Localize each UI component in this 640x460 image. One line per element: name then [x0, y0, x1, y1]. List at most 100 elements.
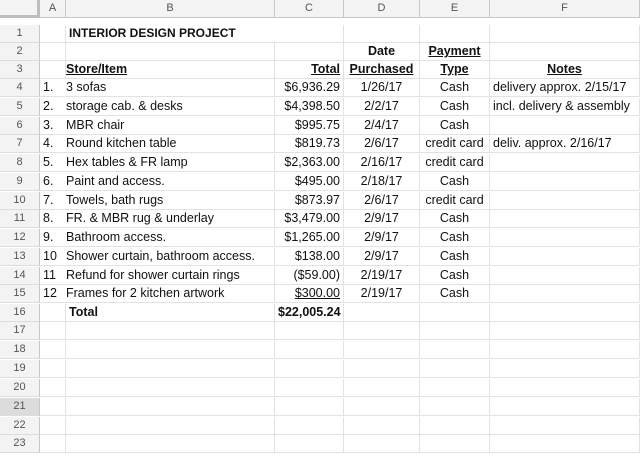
- item-total[interactable]: $300.00: [275, 285, 344, 304]
- item-date[interactable]: 2/16/17: [344, 154, 420, 172]
- item-notes[interactable]: [490, 172, 640, 191]
- item-total[interactable]: $495.00: [275, 172, 344, 191]
- item-total[interactable]: $4,398.50: [275, 97, 344, 116]
- empty-cell[interactable]: [66, 416, 275, 435]
- row-header[interactable]: 11: [0, 210, 40, 229]
- row-header-1[interactable]: 1: [0, 25, 40, 43]
- empty-cell[interactable]: [420, 416, 490, 435]
- row-header[interactable]: 5: [0, 97, 40, 116]
- row-header[interactable]: 8: [0, 154, 40, 172]
- item-date[interactable]: 2/18/17: [344, 172, 420, 191]
- item-total[interactable]: $1,265.00: [275, 229, 344, 247]
- item-total[interactable]: $3,479.00: [275, 210, 344, 229]
- row-header[interactable]: 4: [0, 79, 40, 97]
- item-payment-type[interactable]: credit card: [420, 191, 490, 210]
- item-payment-type[interactable]: Cash: [420, 285, 490, 304]
- row-header[interactable]: 10: [0, 191, 40, 210]
- row-header[interactable]: 12: [0, 229, 40, 247]
- cell-a16[interactable]: [40, 304, 66, 322]
- empty-cell[interactable]: [344, 340, 420, 359]
- header-date-line2[interactable]: Purchased: [344, 61, 420, 79]
- empty-cell[interactable]: [490, 359, 640, 378]
- item-payment-type[interactable]: Cash: [420, 247, 490, 266]
- empty-cell[interactable]: [490, 340, 640, 359]
- empty-cell[interactable]: [344, 397, 420, 416]
- cell-d16[interactable]: [344, 304, 420, 322]
- empty-cell[interactable]: [66, 340, 275, 359]
- cell-c2[interactable]: [275, 43, 344, 61]
- item-notes[interactable]: [490, 285, 640, 304]
- item-notes[interactable]: [490, 266, 640, 285]
- row-header[interactable]: 23: [0, 435, 40, 454]
- cell-f2[interactable]: [490, 43, 640, 61]
- item-number[interactable]: 6.: [40, 173, 66, 191]
- empty-cell[interactable]: [275, 378, 344, 397]
- item-number[interactable]: 7.: [40, 192, 66, 210]
- item-name[interactable]: Round kitchen table: [66, 135, 275, 154]
- empty-cell[interactable]: [420, 322, 490, 340]
- item-number[interactable]: 2.: [40, 98, 66, 116]
- empty-cell[interactable]: [66, 397, 275, 416]
- cell-f16[interactable]: [490, 304, 640, 322]
- item-date[interactable]: 2/19/17: [344, 285, 420, 304]
- item-payment-type[interactable]: Cash: [420, 172, 490, 191]
- item-payment-type[interactable]: Cash: [420, 116, 490, 135]
- item-name[interactable]: Hex tables & FR lamp: [66, 154, 275, 172]
- item-notes[interactable]: incl. delivery & assembly: [490, 97, 640, 116]
- row-header[interactable]: 9: [0, 172, 40, 191]
- empty-cell[interactable]: [490, 378, 640, 397]
- item-name[interactable]: Towels, bath rugs: [66, 191, 275, 210]
- column-header-f[interactable]: F: [490, 0, 640, 18]
- empty-cell[interactable]: [344, 378, 420, 397]
- empty-cell[interactable]: [275, 340, 344, 359]
- item-total[interactable]: $995.75: [275, 116, 344, 135]
- cell-c1[interactable]: [275, 25, 344, 43]
- item-payment-type[interactable]: credit card: [420, 154, 490, 172]
- item-notes[interactable]: [490, 247, 640, 266]
- item-notes[interactable]: [490, 229, 640, 247]
- item-payment-type[interactable]: Cash: [420, 97, 490, 116]
- header-payment-line1[interactable]: Payment: [420, 43, 490, 61]
- empty-cell[interactable]: [490, 416, 640, 435]
- item-number[interactable]: 4.: [40, 135, 66, 154]
- empty-cell[interactable]: [275, 359, 344, 378]
- item-date[interactable]: 2/4/17: [344, 116, 420, 135]
- item-total[interactable]: ($59.00): [275, 266, 344, 285]
- header-notes[interactable]: Notes: [490, 61, 640, 79]
- empty-cell[interactable]: [40, 416, 66, 435]
- item-total[interactable]: $819.73: [275, 135, 344, 154]
- empty-cell[interactable]: [344, 416, 420, 435]
- item-number[interactable]: 11: [40, 267, 66, 285]
- row-header[interactable]: 22: [0, 416, 40, 435]
- header-total[interactable]: Total: [275, 61, 344, 79]
- empty-cell[interactable]: [490, 322, 640, 340]
- item-total[interactable]: $2,363.00: [275, 154, 344, 172]
- empty-cell[interactable]: [66, 435, 275, 454]
- column-header-b[interactable]: B: [66, 0, 275, 18]
- empty-cell[interactable]: [344, 322, 420, 340]
- cell-a3[interactable]: [40, 61, 66, 79]
- row-header[interactable]: 18: [0, 340, 40, 359]
- item-number[interactable]: 5.: [40, 154, 66, 172]
- item-date[interactable]: 2/2/17: [344, 97, 420, 116]
- item-number[interactable]: 9.: [40, 229, 66, 247]
- item-name[interactable]: storage cab. & desks: [66, 97, 275, 116]
- item-number[interactable]: 10: [40, 248, 66, 266]
- item-payment-type[interactable]: Cash: [420, 79, 490, 97]
- item-name[interactable]: 3 sofas: [66, 79, 275, 97]
- item-number[interactable]: 3.: [40, 117, 66, 135]
- item-number[interactable]: 8.: [40, 210, 66, 229]
- empty-cell[interactable]: [490, 397, 640, 416]
- item-name[interactable]: Paint and access.: [66, 172, 275, 191]
- empty-cell[interactable]: [40, 322, 66, 340]
- empty-cell[interactable]: [420, 359, 490, 378]
- empty-cell[interactable]: [275, 435, 344, 454]
- item-notes[interactable]: [490, 191, 640, 210]
- item-notes[interactable]: deliv. approx. 2/16/17: [490, 135, 640, 154]
- item-total[interactable]: $6,936.29: [275, 79, 344, 97]
- row-header-16[interactable]: 16: [0, 304, 40, 322]
- item-name[interactable]: Refund for shower curtain rings: [66, 266, 275, 285]
- empty-cell[interactable]: [66, 378, 275, 397]
- item-date[interactable]: 2/9/17: [344, 210, 420, 229]
- select-all-corner[interactable]: [0, 0, 40, 18]
